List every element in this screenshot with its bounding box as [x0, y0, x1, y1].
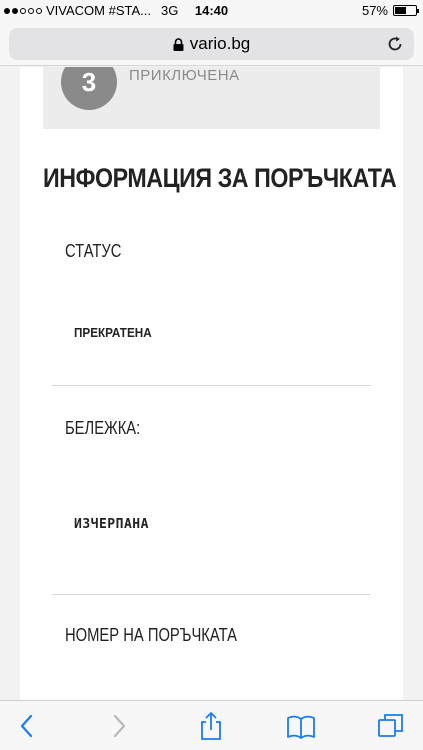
- order-step-box: 3 ПРИКЛЮЧЕНА: [43, 67, 380, 129]
- address-bar[interactable]: vario.bg: [9, 28, 414, 60]
- divider: [52, 594, 371, 595]
- battery-info: 57%: [361, 3, 419, 18]
- status-time: 14:40: [194, 3, 229, 18]
- order-info-title: ИНФОРМАЦИЯ ЗА ПОРЪЧКАТА: [43, 163, 397, 193]
- forward-icon[interactable]: [104, 711, 134, 741]
- status-label: СТАТУС: [65, 241, 122, 261]
- reload-icon[interactable]: [386, 35, 404, 53]
- browser-toolbar: [0, 700, 423, 750]
- battery-icon: [393, 5, 419, 16]
- url-text: vario.bg: [189, 34, 251, 53]
- battery-percent: 57%: [361, 3, 388, 18]
- divider: [52, 385, 371, 386]
- step-label: ПРИКЛЮЧЕНА: [129, 67, 240, 84]
- step-number-badge: 3: [61, 67, 117, 110]
- status-bar: VIVACOM #STA... 3G 14:40 57%: [0, 0, 423, 22]
- note-label: БЕЛЕЖКА:: [65, 418, 141, 438]
- page-content: 3 ПРИКЛЮЧЕНА ИНФОРМАЦИЯ ЗА ПОРЪЧКАТА СТА…: [20, 67, 403, 700]
- order-number-label: НОМЕР НА ПОРЪЧКАТА: [65, 625, 237, 645]
- note-value: ИЗЧЕРПАНА: [74, 517, 149, 532]
- lock-icon: [173, 37, 184, 51]
- share-icon[interactable]: [196, 711, 226, 741]
- tabs-icon[interactable]: [376, 711, 406, 741]
- bookmarks-icon[interactable]: [286, 711, 316, 741]
- browser-address-area: vario.bg: [0, 22, 423, 66]
- status-value: ПРЕКРАТЕНА: [74, 325, 152, 340]
- back-icon[interactable]: [12, 711, 42, 741]
